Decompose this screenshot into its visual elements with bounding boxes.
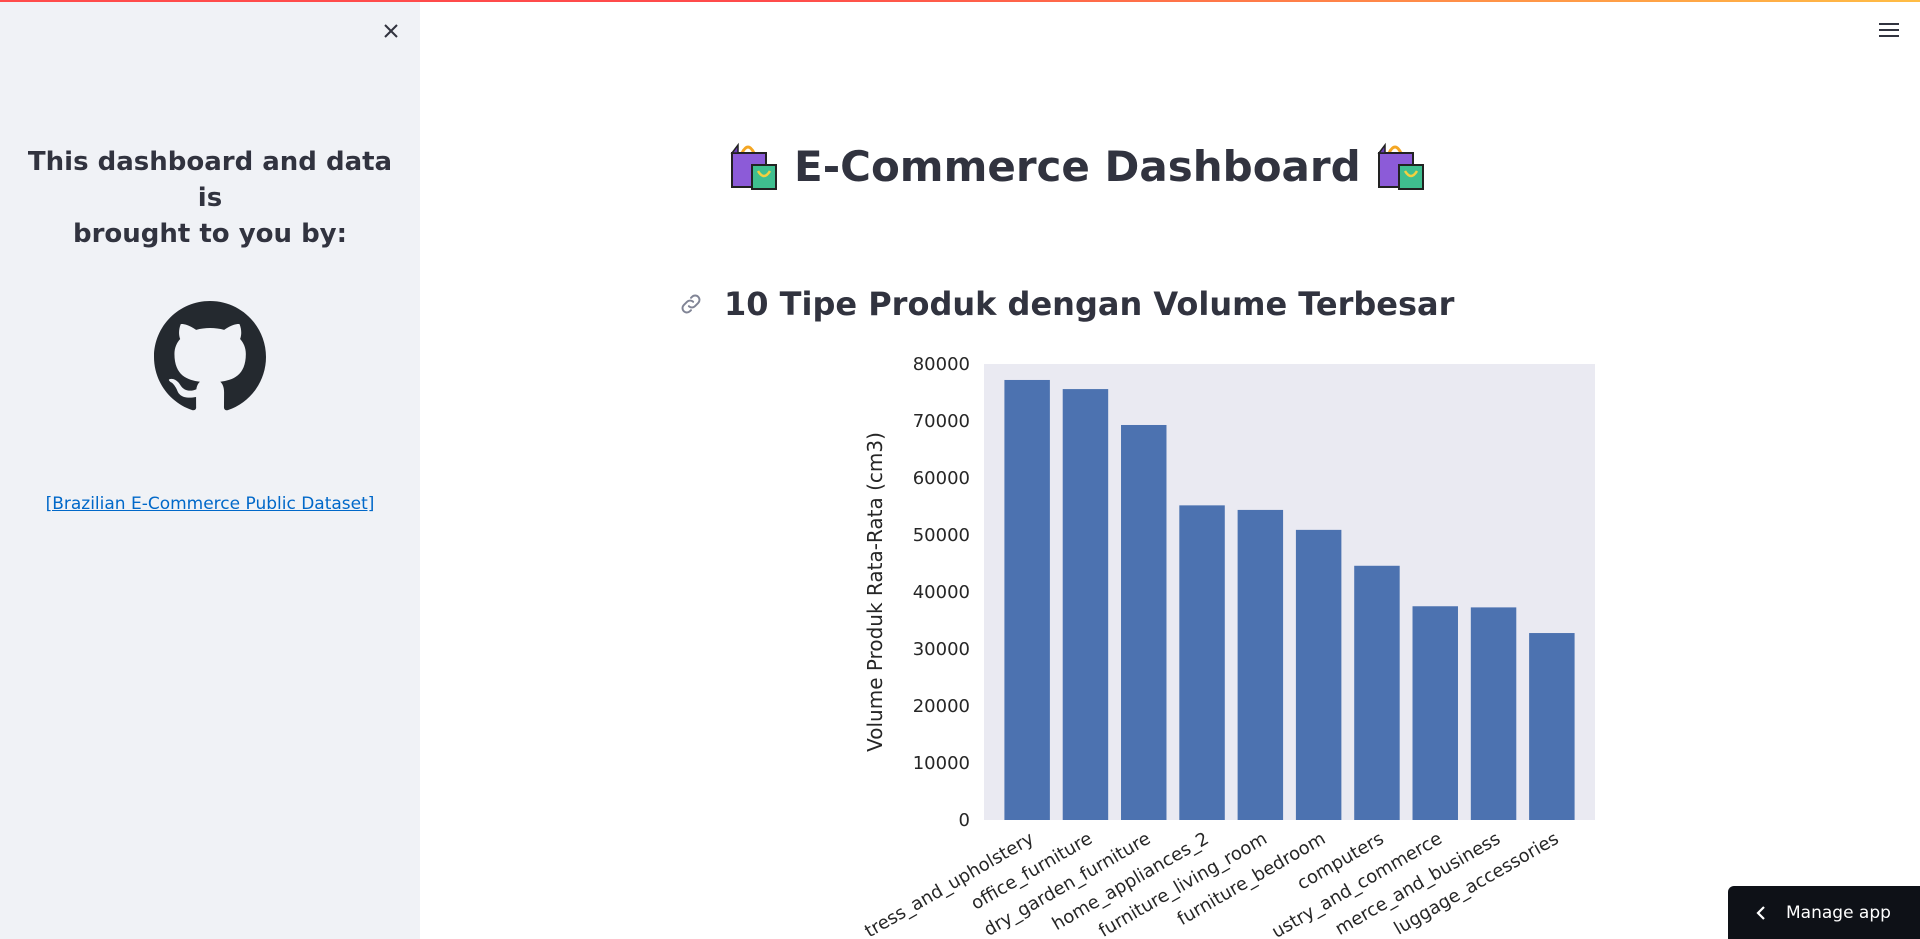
close-icon[interactable] [378,18,404,44]
bar [1354,565,1400,820]
bar [1470,607,1517,820]
bar-chart: 0 10000 20000 30000 40000 50000 60000 70000 8000… [861,354,1595,939]
y-tick-label: 70000 [913,411,970,432]
shopping-bags-icon [1377,142,1424,190]
section-title: 10 Tipe Produk dengan Volume Terbesar [724,285,1455,323]
bar [1237,509,1284,820]
bar [1004,379,1050,820]
bar [1121,424,1167,820]
sidebar: This dashboard and data is brought to yo… [0,0,420,939]
sidebar-heading-line1: This dashboard and data is [27,147,393,213]
page-title: E-Commerce Dashboard [728,136,1427,196]
y-tick-label: 0 [959,810,970,831]
y-tick-label: 60000 [913,468,970,489]
hamburger-menu-icon[interactable] [1878,20,1900,40]
y-tick-label: 10000 [913,753,970,774]
manage-app-button[interactable]: Manage app [1728,886,1920,939]
link-icon[interactable] [678,291,704,317]
shopping-bags-icon [730,142,777,190]
bar [1529,633,1575,820]
chevron-left-icon [1756,905,1765,920]
y-tick-label: 80000 [913,354,970,375]
y-tick-label: 30000 [913,639,970,660]
y-tick-label: 20000 [913,696,970,717]
y-tick-label: 50000 [913,525,970,546]
bar [1179,505,1225,820]
page-title-text: E-Commerce Dashboard [794,141,1361,191]
bar [1062,389,1109,820]
bar [1412,606,1458,820]
manage-app-label: Manage app [1786,902,1891,923]
section-heading: 10 Tipe Produk dengan Volume Terbesar [678,282,1454,326]
y-tick-label: 40000 [913,582,970,603]
sidebar-heading-line2: brought to you by: [72,219,348,249]
y-axis-label: Volume Produk Rata-Rata (cm3) [863,432,887,752]
dataset-link[interactable]: [Brazilian E-Commerce Public Dataset] [20,494,400,514]
top-decoration-bar [0,0,1920,2]
github-icon [154,301,266,411]
bar [1295,529,1342,820]
sidebar-heading: This dashboard and data is brought to yo… [20,144,400,252]
